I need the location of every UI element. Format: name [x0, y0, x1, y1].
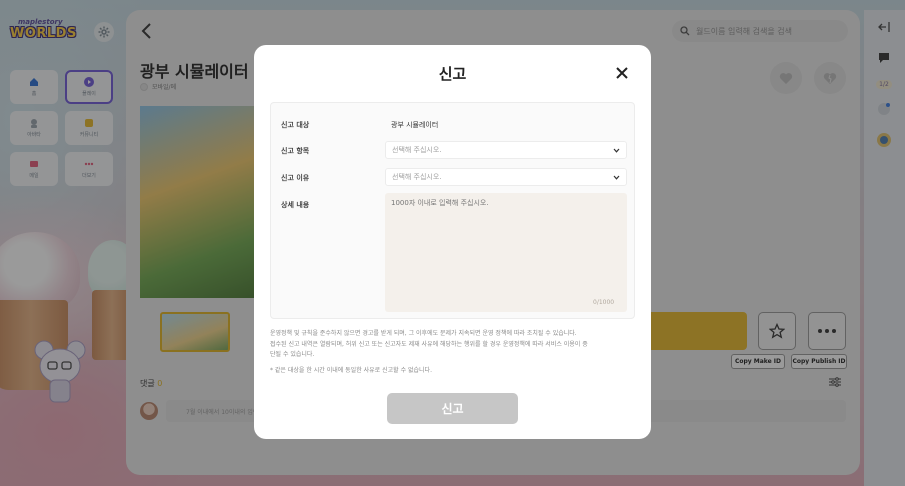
- target-value: 광부 시뮬레이터: [391, 121, 439, 129]
- target-label: 신고 대상: [281, 121, 310, 129]
- notice-line: 운영정책 및 규칙을 준수하지 않으면 경고를 받게 되며, 그 이후에도 문제…: [270, 330, 577, 337]
- modal-title: 신고: [438, 65, 467, 83]
- report-form: 신고 대상 광부 시뮬레이터 신고 항목 선택해 주십시오. 신고 이유 선택해…: [270, 102, 635, 319]
- reason-label: 신고 이유: [281, 174, 310, 182]
- chevron-down-icon: [613, 175, 620, 180]
- reason-select-value: 선택해 주십시오.: [392, 173, 442, 181]
- category-select[interactable]: 선택해 주십시오.: [385, 141, 627, 159]
- category-label: 신고 항목: [281, 147, 310, 155]
- char-counter: 0/1000: [593, 299, 615, 306]
- notice-footnote: * 같은 대상을 한 시간 이내에 동일한 사유로 신고할 수 없습니다.: [270, 366, 432, 374]
- report-notice: 운영정책 및 규칙을 준수하지 않으면 경고를 받게 되며, 그 이후에도 문제…: [270, 329, 638, 376]
- submit-report-button[interactable]: 신고: [387, 393, 518, 424]
- close-icon[interactable]: [616, 67, 628, 79]
- notice-line: 접수된 신고 내역은 열람되며, 허위 신고 또는 신고자도 제재 사유에 해당…: [270, 340, 588, 348]
- report-modal: 신고 신고 대상 광부 시뮬레이터 신고 항목 선택해 주십시오. 신고 이유 …: [254, 45, 651, 439]
- category-select-value: 선택해 주십시오.: [392, 146, 442, 154]
- detail-textarea[interactable]: [385, 193, 627, 312]
- reason-select[interactable]: 선택해 주십시오.: [385, 168, 627, 186]
- notice-line: 단될 수 있습니다.: [270, 351, 315, 358]
- chevron-down-icon: [613, 148, 620, 153]
- detail-label: 상세 내용: [281, 201, 310, 209]
